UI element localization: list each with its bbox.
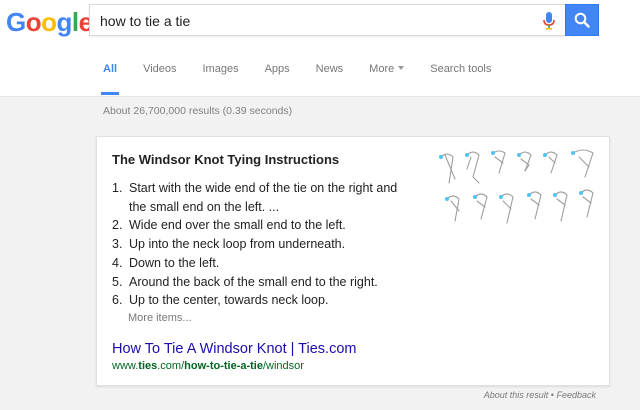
tab-label: Videos (143, 63, 177, 75)
step-text: Start with the wide end of the tie on th… (129, 181, 398, 195)
list-item: 2. Wide end over the small end to the lef… (112, 216, 412, 235)
steps-list: 1. Start with the wide end of the tie on … (112, 179, 412, 310)
tab-apps[interactable]: Apps (265, 57, 290, 95)
step-text: Up to the center, towards neck loop. (129, 293, 329, 308)
more-items-link[interactable]: More items... (128, 312, 192, 324)
tab-label: Images (202, 63, 239, 75)
list-item: 6. Up to the center, towards neck loop. (112, 291, 412, 310)
tab-all[interactable]: All (100, 57, 120, 95)
result-stats: About 26,700,000 results (0.39 seconds) (103, 105, 293, 117)
google-logo[interactable]: Google (6, 8, 93, 36)
url-part: .com/ (157, 360, 185, 372)
tab-search-tools[interactable]: Search tools (430, 57, 491, 95)
step-number: 3. (112, 237, 123, 252)
step-text: Around the back of the small end to the … (129, 274, 378, 289)
search-tabs: All Videos Images Apps News More Search … (100, 57, 517, 95)
feedback-link[interactable]: Feedback (556, 390, 596, 400)
url-part: www. (112, 360, 139, 372)
list-item: 5. Around the back of the small end to th… (112, 273, 412, 292)
featured-snippet-card: The Windsor Knot Tying Instructions 1. St… (96, 136, 610, 386)
tab-videos[interactable]: Videos (143, 57, 176, 95)
url-part: /windsor (262, 360, 304, 372)
separator: • (550, 390, 554, 400)
chevron-down-icon (398, 66, 405, 71)
list-item: 1. Start with the wide end of the tie on … (112, 179, 412, 216)
header: Google All Videos Images Apps News More … (0, 0, 640, 97)
tab-label: Apps (264, 63, 290, 75)
search-icon (574, 12, 590, 28)
search-box[interactable] (89, 4, 565, 36)
tab-news[interactable]: News (316, 57, 344, 95)
logo-letter: g (56, 7, 73, 37)
result-url: www.ties.com/how-to-tie-a-tie/windsor (112, 360, 304, 372)
logo-letter: o (25, 7, 42, 37)
microphone-icon[interactable] (542, 12, 556, 30)
step-text: Wide end over the small end to the left. (129, 218, 346, 233)
snippet-title: The Windsor Knot Tying Instructions (112, 152, 340, 167)
url-part: ties (138, 360, 158, 372)
tab-images[interactable]: Images (203, 57, 239, 95)
tab-label: Search tools (430, 63, 492, 75)
list-item: 3. Up into the neck loop from underneath. (112, 235, 412, 254)
logo-letter: o (41, 7, 57, 37)
step-number: 2. (112, 218, 123, 233)
about-this-result-link[interactable]: About this result (484, 390, 549, 400)
result-title-link[interactable]: How To Tie A Windsor Knot | Ties.com (112, 341, 356, 357)
search-button[interactable] (565, 4, 599, 36)
step-number: 5. (112, 274, 123, 289)
logo-letter: l (71, 7, 79, 37)
tab-label: All (103, 63, 118, 75)
step-number: 6. (112, 293, 123, 308)
step-text: Down to the left. (129, 255, 220, 270)
tie-steps-illustration[interactable] (433, 143, 605, 235)
tab-label: More (369, 63, 395, 75)
list-item: 4. Down to the left. (112, 254, 412, 273)
search-input[interactable] (100, 11, 520, 31)
step-number: 1. (112, 181, 123, 195)
snippet-footer: About this result • Feedback (484, 390, 596, 400)
logo-letter: G (6, 7, 26, 37)
step-number: 4. (112, 255, 123, 270)
step-text: the small end on the left. ... (129, 199, 280, 214)
tab-more[interactable]: More (369, 57, 405, 95)
tab-label: News (315, 63, 344, 75)
url-part: how-to-tie-a-tie (184, 360, 263, 372)
step-text: Up into the neck loop from underneath. (129, 237, 346, 252)
